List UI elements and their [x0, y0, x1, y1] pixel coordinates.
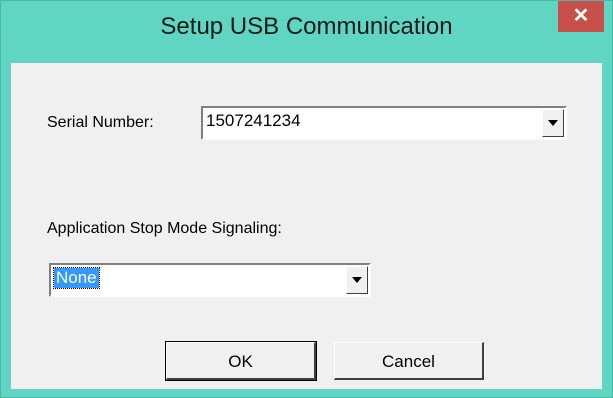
close-button[interactable]: ✕ — [558, 1, 604, 32]
stop-mode-value: None — [53, 267, 100, 289]
window-title: Setup USB Communication — [160, 13, 453, 40]
stop-mode-combobox[interactable]: None — [49, 263, 371, 297]
ok-button[interactable]: OK — [165, 341, 317, 381]
serial-number-dropdown-button[interactable] — [542, 109, 564, 137]
title-bar[interactable]: Setup USB Communication ✕ — [1, 1, 612, 63]
close-icon: ✕ — [572, 5, 590, 27]
setup-usb-dialog: Setup USB Communication ✕ Serial Number:… — [0, 0, 613, 398]
chevron-down-icon — [352, 277, 362, 283]
serial-number-value: 1507241234 — [206, 111, 301, 130]
serial-number-combobox[interactable]: 1507241234 — [201, 106, 567, 140]
serial-number-label: Serial Number: — [47, 114, 154, 131]
stop-mode-dropdown-button[interactable] — [346, 266, 368, 294]
stop-mode-label: Application Stop Mode Signaling: — [47, 220, 282, 237]
chevron-down-icon — [548, 120, 558, 126]
dialog-client-area: Serial Number: 1507241234 Application St… — [11, 63, 602, 389]
cancel-button[interactable]: Cancel — [334, 342, 484, 380]
